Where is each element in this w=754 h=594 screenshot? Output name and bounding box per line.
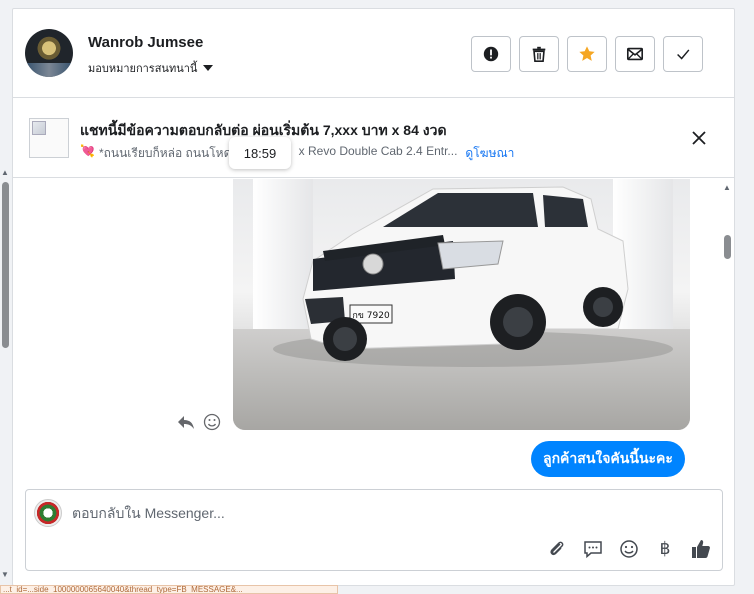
- top-strip: [12, 0, 754, 8]
- chat-scroll-thumb[interactable]: [724, 235, 731, 259]
- trash-icon: [532, 46, 546, 63]
- heart-icon: 💘: [80, 144, 95, 158]
- smiley-icon[interactable]: [618, 538, 640, 560]
- ad-subtitle-text: *ถนนเรียบก็หล่อ ถนนโหดก็: [98, 146, 239, 160]
- reply-icon[interactable]: [177, 414, 195, 430]
- close-ad-bar-button[interactable]: [689, 128, 709, 148]
- reply-input[interactable]: [72, 502, 692, 524]
- report-button[interactable]: [471, 36, 511, 72]
- scroll-up-arrow-icon[interactable]: ▲: [1, 168, 9, 177]
- page-avatar: [34, 499, 62, 527]
- outgoing-message-bubble[interactable]: ลูกค้าสนใจคันนี้นะคะ: [531, 441, 685, 477]
- assign-label: มอบหมายการสนทนานี้: [88, 63, 198, 75]
- report-icon: [483, 46, 499, 62]
- pickup-truck-illustration: กข 7920: [273, 186, 673, 367]
- right-gutter: [736, 0, 754, 594]
- baht-icon[interactable]: ฿: [654, 538, 676, 560]
- chat-scroll-up-icon[interactable]: ▲: [723, 183, 731, 192]
- envelope-icon: [626, 47, 644, 61]
- ad-context-bar: แชทนี้มีข้อความตอบกลับต่อ ผ่อนเริ่มต้น 7…: [13, 98, 734, 178]
- timestamp-tooltip: 18:59: [229, 137, 291, 169]
- mark-unread-button[interactable]: [615, 36, 655, 72]
- message-actions: [177, 413, 221, 431]
- composer-toolbar: ฿: [546, 538, 712, 560]
- left-scrollbar[interactable]: ▲ ▼: [0, 0, 12, 594]
- react-smiley-icon[interactable]: [203, 413, 221, 431]
- thumbs-up-icon[interactable]: [690, 538, 712, 560]
- view-ad-link[interactable]: ดูโฆษณา: [465, 144, 514, 163]
- user-name[interactable]: Wanrob Jumsee: [88, 34, 203, 51]
- user-avatar[interactable]: [25, 29, 73, 77]
- speech-bubble-icon[interactable]: [582, 538, 604, 560]
- car-photo-message[interactable]: กข 7920: [233, 179, 690, 430]
- paperclip-icon[interactable]: [546, 538, 568, 560]
- conversation-header: Wanrob Jumsee มอบหมายการสนทนานี้: [13, 9, 734, 98]
- star-icon: [579, 46, 595, 61]
- assign-conversation-dropdown[interactable]: มอบหมายการสนทนานี้: [88, 59, 214, 77]
- ad-thumbnail[interactable]: [29, 118, 69, 158]
- conversation-panel: Wanrob Jumsee มอบหมายการสนทนานี้ แชทนี้ม…: [12, 8, 735, 586]
- star-button[interactable]: [567, 36, 607, 72]
- close-icon: [692, 131, 706, 145]
- ad-subtitle-tail: x Revo Double Cab 2.4 Entr...: [298, 144, 458, 158]
- ad-subtitle: 💘 *ถนนเรียบก็หล่อ ถนนโหดก็ x Revo Double…: [80, 144, 514, 163]
- status-bar-url: ...t_id=...side_1000000065640040&thread_…: [0, 585, 338, 594]
- caret-down-icon: [203, 65, 214, 71]
- message-thread[interactable]: กข 7920 ลูกค้าสนใจคันนี้นะคะ ▲: [13, 179, 734, 487]
- check-icon: [677, 49, 690, 60]
- plate-text: กข 7920: [352, 311, 390, 321]
- delete-button[interactable]: [519, 36, 559, 72]
- mark-done-button[interactable]: [663, 36, 703, 72]
- scroll-thumb[interactable]: [2, 182, 9, 348]
- scroll-down-arrow-icon[interactable]: ▼: [1, 570, 9, 579]
- message-composer: ฿: [25, 489, 723, 571]
